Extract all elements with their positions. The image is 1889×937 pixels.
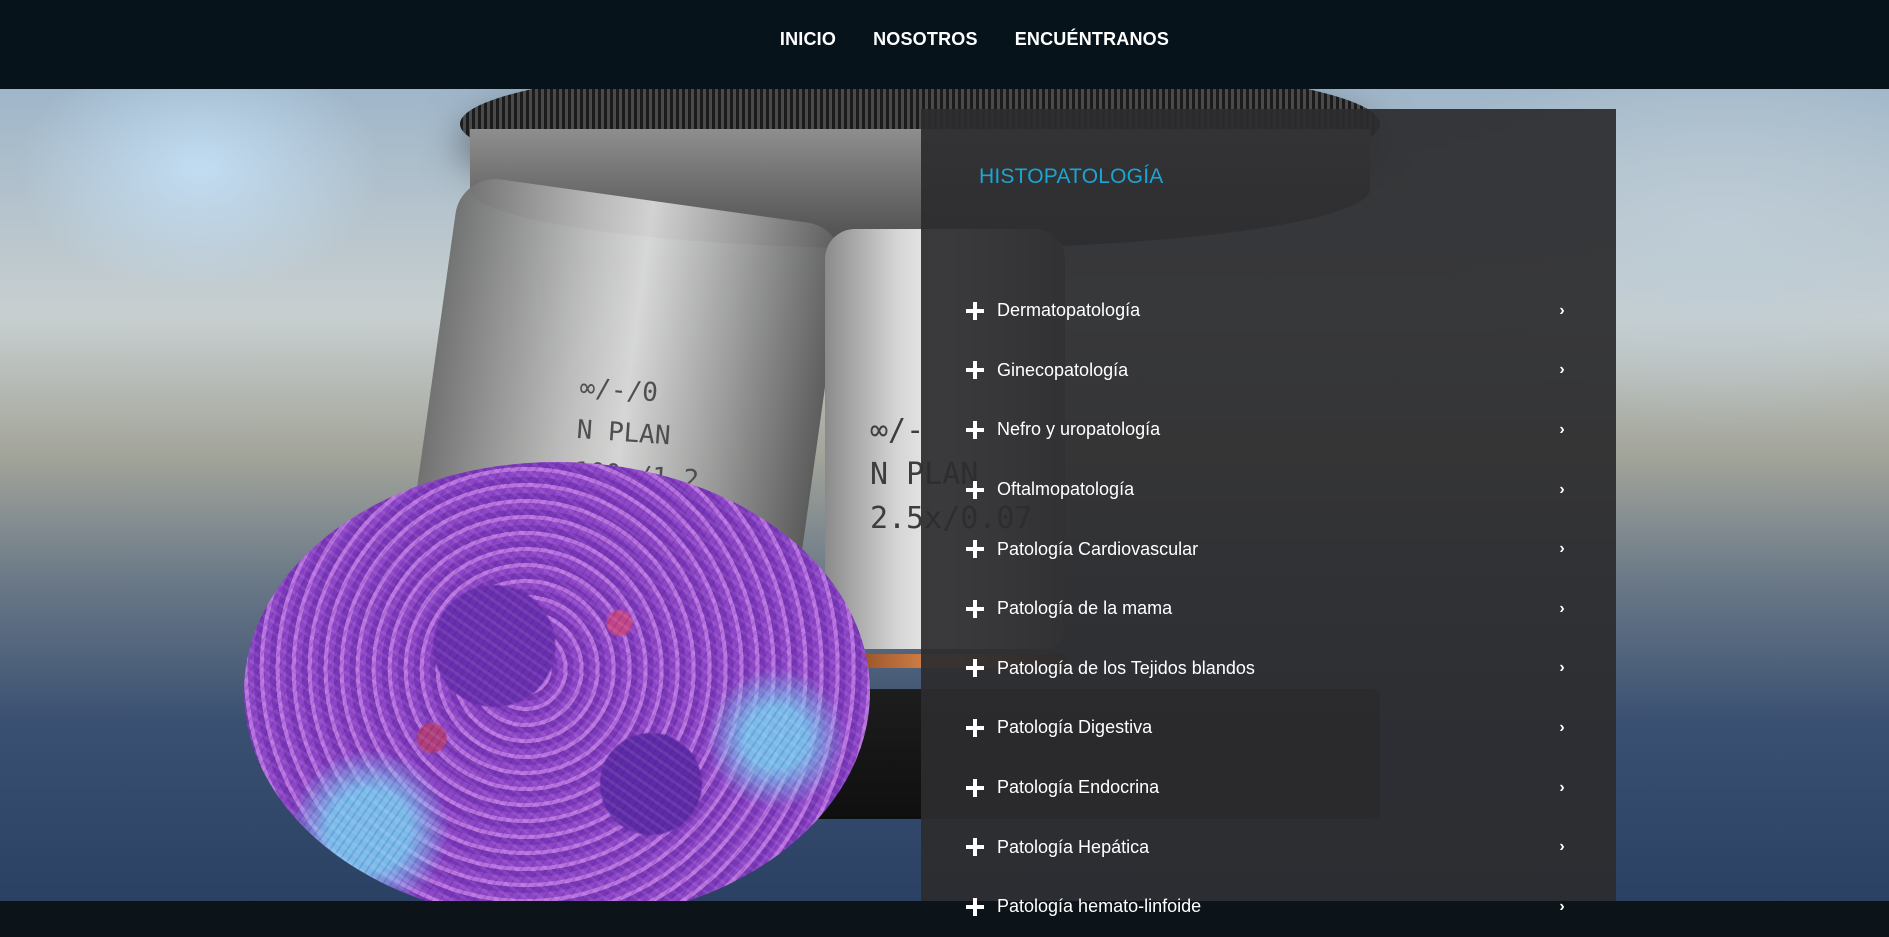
menu-item-ginecopatologia[interactable]: Ginecopatología › <box>965 341 1575 401</box>
plus-icon <box>965 897 985 917</box>
plus-icon <box>965 658 985 678</box>
nav-encuentranos-link[interactable]: ENCUÉNTRANOS <box>1015 29 1169 50</box>
plus-icon <box>965 778 985 798</box>
main-nav: INICIO NOSOTROS ENCUÉNTRANOS <box>780 29 1169 50</box>
menu-item-dermatopatologia[interactable]: Dermatopatología › <box>965 281 1575 341</box>
chevron-right-icon: › <box>1559 718 1565 736</box>
menu-item-label: Dermatopatología <box>997 300 1141 321</box>
chevron-right-icon: › <box>1559 540 1565 558</box>
histopathology-menu: Dermatopatología › Ginecopatología › Nef… <box>965 281 1575 937</box>
menu-item-label: Nefro y uropatología <box>997 419 1161 440</box>
menu-item-label: Patología de la mama <box>997 598 1173 619</box>
histology-sample-image <box>244 462 870 901</box>
menu-item-label: Ginecopatología <box>997 359 1129 380</box>
menu-item-label: Patología Digestiva <box>997 717 1153 738</box>
chevron-right-icon: › <box>1559 301 1565 319</box>
chevron-right-icon: › <box>1559 480 1565 498</box>
menu-item-patologia-mama[interactable]: Patología de la mama › <box>965 579 1575 639</box>
plus-icon <box>965 837 985 857</box>
menu-item-label: Patología de los Tejidos blandos <box>997 657 1255 678</box>
top-navbar: INICIO NOSOTROS ENCUÉNTRANOS <box>0 0 1889 89</box>
chevron-right-icon: › <box>1559 361 1565 379</box>
menu-item-patologia-hepatica[interactable]: Patología Hepática › <box>965 817 1575 877</box>
plus-icon <box>965 420 985 440</box>
panel-title: HISTOPATOLOGÍA <box>979 165 1164 188</box>
chevron-right-icon: › <box>1559 778 1565 796</box>
nav-nosotros-link[interactable]: NOSOTROS <box>873 29 978 50</box>
nav-inicio-link[interactable]: INICIO <box>780 29 836 50</box>
menu-item-label: Patología hemato-linfoide <box>997 896 1202 917</box>
menu-item-patologia-digestiva[interactable]: Patología Digestiva › <box>965 698 1575 758</box>
chevron-right-icon: › <box>1559 897 1565 915</box>
menu-item-label: Patología Hepática <box>997 836 1150 857</box>
plus-icon <box>965 599 985 619</box>
menu-item-patologia-tejidos-blandos[interactable]: Patología de los Tejidos blandos › <box>965 639 1575 699</box>
menu-item-nefro-uropatologia[interactable]: Nefro y uropatología › <box>965 400 1575 460</box>
menu-item-label: Patología Cardiovascular <box>997 538 1199 559</box>
menu-item-label: Oftalmopatología <box>997 479 1135 500</box>
chevron-right-icon: › <box>1559 599 1565 617</box>
menu-item-patologia-endocrina[interactable]: Patología Endocrina › <box>965 758 1575 818</box>
plus-icon <box>965 360 985 380</box>
plus-icon <box>965 539 985 559</box>
histopathology-panel: HISTOPATOLOGÍA Dermatopatología › Gineco… <box>921 109 1616 916</box>
chevron-right-icon: › <box>1559 420 1565 438</box>
menu-item-patologia-hemato-linfoide[interactable]: Patología hemato-linfoide › <box>965 877 1575 937</box>
menu-item-label: Patología Endocrina <box>997 777 1160 798</box>
plus-icon <box>965 718 985 738</box>
chevron-right-icon: › <box>1559 659 1565 677</box>
chevron-right-icon: › <box>1559 838 1565 856</box>
menu-item-patologia-cardiovascular[interactable]: Patología Cardiovascular › <box>965 519 1575 579</box>
plus-icon <box>965 301 985 321</box>
menu-item-oftalmopatologia[interactable]: Oftalmopatología › <box>965 460 1575 520</box>
plus-icon <box>965 480 985 500</box>
